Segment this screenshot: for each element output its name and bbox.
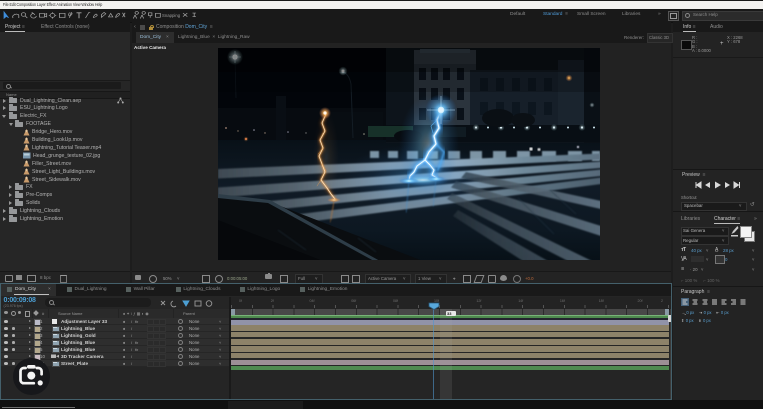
svg-text:Snapping: Snapping	[162, 13, 181, 18]
